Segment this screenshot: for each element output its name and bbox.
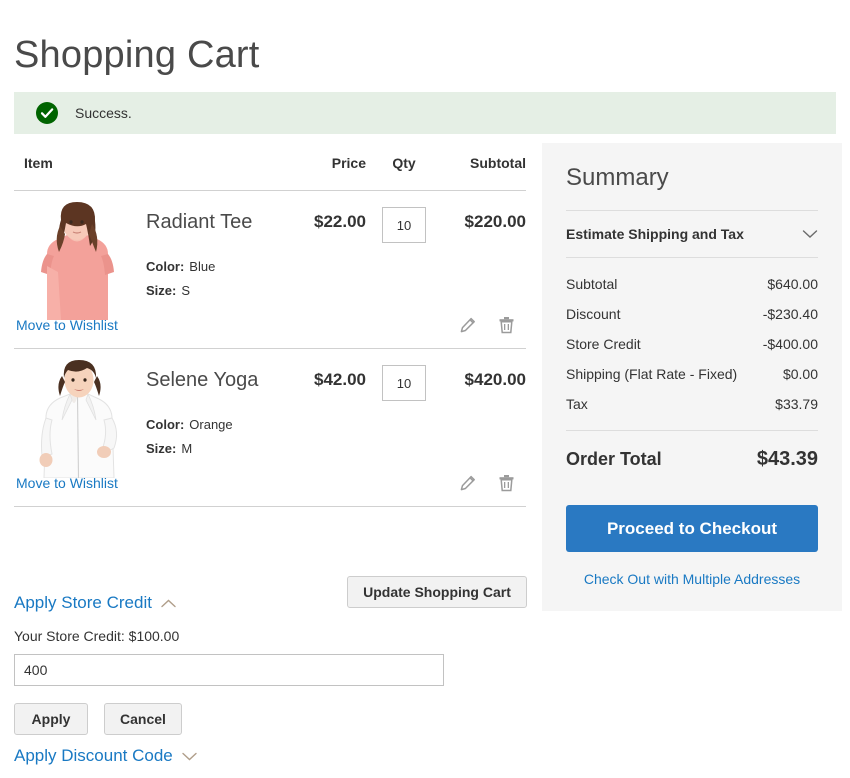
chevron-down-icon	[802, 229, 818, 239]
edit-pencil-icon[interactable]	[459, 475, 476, 492]
option-size-value: M	[181, 441, 193, 456]
option-size-label: Size:	[146, 283, 177, 298]
product-price: $22.00	[314, 212, 366, 231]
product-options: Color: Blue Size: S	[146, 255, 286, 303]
apply-button[interactable]: Apply	[14, 703, 88, 735]
table-row: Selene Yoga Color: Orange Size: M $42.00 $…	[14, 349, 526, 507]
store-credit-amount-input[interactable]	[14, 654, 444, 686]
column-header-price: Price	[331, 155, 366, 171]
column-header-item: Item	[24, 155, 53, 171]
option-color: Color: Blue	[146, 255, 286, 279]
summary-title: Summary	[566, 163, 818, 211]
table-row: Radiant Tee Color: Blue Size: S $22.00 $22…	[14, 191, 526, 349]
success-message: Success.	[14, 92, 836, 134]
page-title: Shopping Cart	[14, 34, 260, 77]
total-row-subtotal: Subtotal $640.00	[566, 269, 818, 299]
store-credit-buttons: Apply Cancel	[14, 703, 534, 735]
option-color: Color: Orange	[146, 413, 286, 437]
total-value: $640.00	[767, 276, 818, 292]
delete-trash-icon[interactable]	[498, 316, 515, 334]
total-row-tax: Tax $33.79	[566, 389, 818, 419]
checkout-multiple-addresses-link[interactable]: Check Out with Multiple Addresses	[566, 571, 818, 587]
column-header-qty: Qty	[392, 155, 416, 171]
apply-discount-code-label: Apply Discount Code	[14, 746, 173, 765]
row-icon-group	[459, 474, 526, 492]
row-icon-group	[459, 316, 526, 334]
product-qty-cell	[366, 358, 442, 401]
total-value: -$230.40	[762, 306, 818, 322]
product-info: Radiant Tee Color: Blue Size: S	[134, 200, 286, 303]
apply-store-credit-toggle[interactable]: Apply Store Credit	[14, 593, 176, 613]
order-total-label: Order Total	[566, 449, 662, 469]
total-label: Subtotal	[566, 276, 618, 292]
total-label: Tax	[566, 396, 588, 412]
apply-store-credit-section: Apply Store Credit Your Store Credit: $1…	[14, 593, 534, 735]
success-message-text: Success.	[75, 105, 132, 121]
product-name[interactable]: Radiant Tee	[146, 210, 286, 234]
total-label: Shipping (Flat Rate - Fixed)	[566, 366, 738, 382]
product-subtotal: $220.00	[464, 212, 526, 231]
apply-discount-code-toggle[interactable]: Apply Discount Code	[14, 746, 197, 766]
order-summary-panel: Summary Estimate Shipping and Tax Subtot…	[542, 143, 842, 611]
order-total-value: $43.39	[756, 448, 818, 470]
proceed-to-checkout-button[interactable]: Proceed to Checkout	[566, 505, 818, 552]
check-circle-icon	[36, 102, 58, 124]
total-label: Store Credit	[566, 336, 641, 352]
chevron-up-icon	[161, 599, 176, 608]
apply-discount-code-section: Apply Discount Code	[14, 746, 197, 766]
cart-table: Item Price Qty Subtotal Radiant Tee Colo…	[14, 155, 526, 507]
cancel-button[interactable]: Cancel	[104, 703, 182, 735]
total-label: Discount	[566, 306, 621, 322]
estimate-shipping-and-tax-label: Estimate Shipping and Tax	[566, 226, 744, 242]
option-color-label: Color:	[146, 417, 185, 432]
quantity-input[interactable]	[382, 207, 426, 243]
option-size: Size: M	[146, 437, 286, 461]
column-header-subtotal: Subtotal	[470, 155, 526, 171]
product-qty-cell	[366, 200, 442, 243]
total-row-store-credit: Store Credit -$400.00	[566, 329, 818, 359]
option-color-value: Orange	[189, 417, 233, 432]
option-color-value: Blue	[189, 259, 216, 274]
product-price: $42.00	[314, 370, 366, 389]
option-size-value: S	[181, 283, 191, 298]
apply-store-credit-label: Apply Store Credit	[14, 593, 152, 612]
shopping-cart-page: Shopping Cart Success. Item Price Qty Su…	[0, 0, 850, 778]
edit-pencil-icon[interactable]	[459, 317, 476, 334]
estimate-shipping-and-tax-toggle[interactable]: Estimate Shipping and Tax	[566, 211, 818, 258]
total-value: -$400.00	[762, 336, 818, 352]
store-credit-balance: Your Store Credit: $100.00	[14, 628, 180, 644]
product-image[interactable]	[14, 200, 134, 320]
product-image[interactable]	[14, 358, 134, 478]
cart-table-header: Item Price Qty Subtotal	[14, 155, 526, 191]
total-row-shipping: Shipping (Flat Rate - Fixed) $0.00	[566, 359, 818, 389]
quantity-input[interactable]	[382, 365, 426, 401]
product-info: Selene Yoga Color: Orange Size: M	[134, 358, 286, 461]
total-value: $0.00	[782, 366, 818, 382]
option-color-label: Color:	[146, 259, 185, 274]
product-options: Color: Orange Size: M	[146, 413, 286, 461]
total-row-discount: Discount -$230.40	[566, 299, 818, 329]
product-subtotal: $420.00	[464, 370, 526, 389]
product-name[interactable]: Selene Yoga	[146, 368, 286, 392]
summary-totals: Subtotal $640.00 Discount -$230.40 Store…	[566, 258, 818, 419]
option-size-label: Size:	[146, 441, 177, 456]
chevron-down-icon	[182, 752, 197, 761]
order-total-row: Order Total $43.39	[566, 431, 818, 471]
total-value: $33.79	[775, 396, 818, 412]
delete-trash-icon[interactable]	[498, 474, 515, 492]
option-size: Size: S	[146, 279, 286, 303]
